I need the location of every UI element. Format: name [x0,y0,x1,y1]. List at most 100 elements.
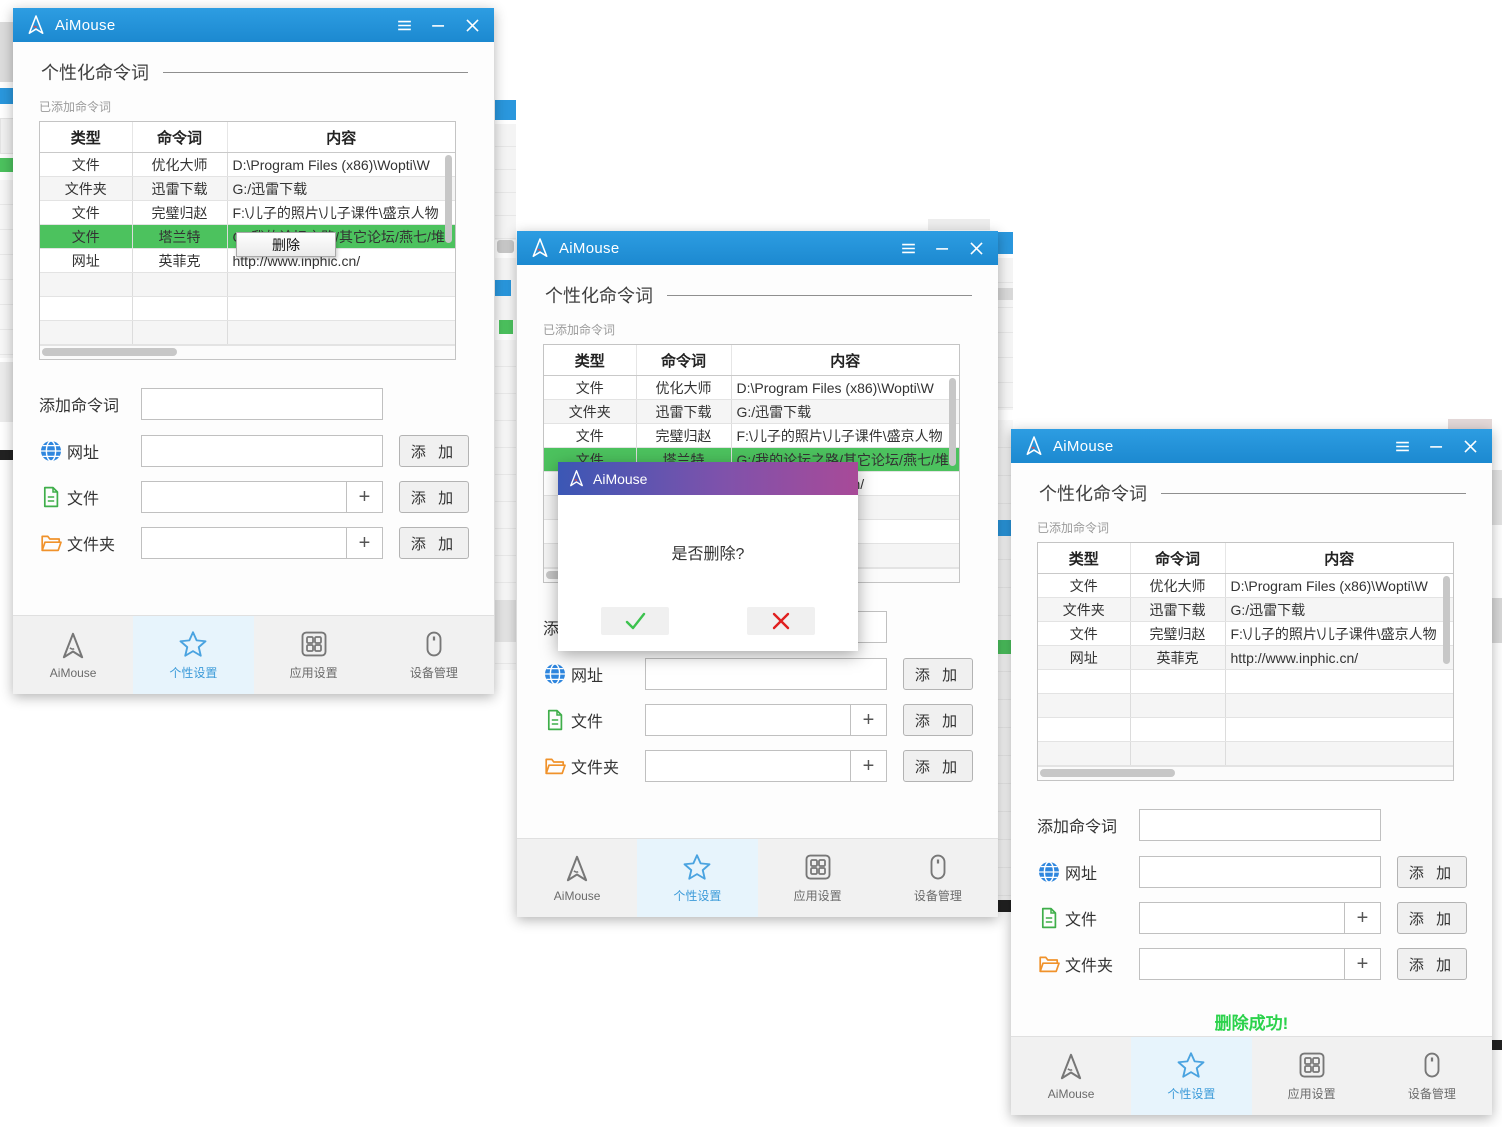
table-row[interactable]: 文件夹迅雷下载G:/迅雷下载 [544,400,959,424]
cancel-button[interactable] [747,607,815,635]
url-input[interactable] [141,435,383,467]
nav-item-app-settings[interactable]: 应用设置 [1252,1037,1372,1115]
nav-item-app-settings[interactable]: 应用设置 [254,616,374,694]
nav-label: AiMouse [1048,1087,1095,1101]
table-cell [132,297,227,321]
menu-icon[interactable] [1393,437,1412,456]
folder-input[interactable] [645,750,851,782]
divider [667,295,972,296]
add-folder-button[interactable]: 添 加 [1397,948,1467,980]
aimouse-window-1: AiMouse 个性化命令词 已添加命令词 类型 命令词 内容 文件优化大师D:… [13,8,494,694]
vertical-scrollbar[interactable] [445,155,452,243]
url-input[interactable] [1139,856,1381,888]
browse-file-button[interactable]: + [1344,902,1381,934]
browse-file-button[interactable]: + [850,704,887,736]
add-command-label: 添加命令词 [39,392,141,416]
table-cell [1225,694,1453,718]
nav-item-device-management[interactable]: 设备管理 [1372,1037,1492,1115]
nav-label: 个性设置 [1167,1085,1215,1102]
table-row[interactable] [1038,694,1453,718]
add-command-input[interactable] [1139,809,1381,841]
add-url-button[interactable]: 添 加 [1397,856,1467,888]
table-row[interactable] [40,297,455,321]
window-title: AiMouse [559,240,619,257]
column-header-command: 命令词 [132,122,227,153]
table-cell: 完璧归赵 [636,424,731,448]
nav-item-device-management[interactable]: 设备管理 [374,616,494,694]
nav-item-personal-settings[interactable]: 个性设置 [133,616,253,694]
minimize-icon[interactable] [933,239,952,258]
table-row[interactable]: 文件夹迅雷下载G:/迅雷下载 [40,177,455,201]
nav-item-app-settings[interactable]: 应用设置 [758,839,878,917]
globe-icon [39,439,63,463]
aimouse-logo-icon [25,14,47,36]
close-icon[interactable] [1461,437,1480,456]
browse-folder-button[interactable]: + [1344,948,1381,980]
add-folder-button[interactable]: 添 加 [903,750,973,782]
nav-item-aimouse[interactable]: AiMouse [1011,1037,1131,1115]
nav-item-aimouse[interactable]: AiMouse [517,839,637,917]
add-url-button[interactable]: 添 加 [399,435,469,467]
table-row[interactable]: 文件完璧归赵F:\儿子的照片\儿子课件\盛京人物 [544,424,959,448]
table-row[interactable] [40,273,455,297]
add-file-button[interactable]: 添 加 [399,481,469,513]
globe-icon [1037,860,1061,884]
background-window-fragment [996,520,1012,536]
vertical-scrollbar[interactable] [949,378,956,466]
url-input[interactable] [645,658,887,690]
table-row[interactable] [1038,742,1453,766]
delete-context-menu-item[interactable]: 删除 [236,232,336,257]
title-bar[interactable]: AiMouse [517,231,998,265]
table-row[interactable] [40,321,455,345]
file-icon [1037,906,1061,930]
table-row[interactable]: 文件优化大师D:\Program Files (x86)\Wopti\W [544,376,959,400]
background-window-fragment [0,158,13,172]
horizontal-scrollbar[interactable] [42,348,177,356]
browse-folder-button[interactable]: + [346,527,383,559]
add-file-button[interactable]: 添 加 [903,704,973,736]
column-header-command: 命令词 [1130,543,1225,574]
add-file-button[interactable]: 添 加 [1397,902,1467,934]
file-input[interactable] [645,704,851,736]
add-command-input[interactable] [141,388,383,420]
nav-item-device-management[interactable]: 设备管理 [878,839,998,917]
table-row[interactable] [1038,718,1453,742]
browse-file-button[interactable]: + [346,481,383,513]
table-row[interactable]: 文件完璧归赵F:\儿子的照片\儿子课件\盛京人物 [40,201,455,225]
close-icon[interactable] [463,16,482,35]
background-window-fragment [495,280,511,296]
file-label: 文件 [571,708,645,732]
table-cell: F:\儿子的照片\儿子课件\盛京人物 [731,424,959,448]
add-folder-button[interactable]: 添 加 [399,527,469,559]
file-input[interactable] [141,481,347,513]
folder-input[interactable] [1139,948,1345,980]
table-row[interactable] [1038,670,1453,694]
nav-label: 设备管理 [914,887,962,904]
nav-item-aimouse[interactable]: AiMouse [13,616,133,694]
title-bar[interactable]: AiMouse [1011,429,1492,463]
background-window-fragment [998,640,1012,654]
menu-icon[interactable] [899,239,918,258]
menu-icon[interactable] [395,16,414,35]
title-bar[interactable]: AiMouse [13,8,494,42]
minimize-icon[interactable] [429,16,448,35]
table-row[interactable]: 网址英菲克http://www.inphic.cn/ [1038,646,1453,670]
browse-folder-button[interactable]: + [850,750,887,782]
table-row[interactable]: 文件夹迅雷下载G:/迅雷下载 [1038,598,1453,622]
horizontal-scrollbar[interactable] [1040,769,1175,777]
table-row[interactable]: 文件优化大师D:\Program Files (x86)\Wopti\W [40,153,455,177]
horizontal-scrollbar-track [40,345,455,359]
add-url-button[interactable]: 添 加 [903,658,973,690]
confirm-button[interactable] [601,607,669,635]
file-input[interactable] [1139,902,1345,934]
table-cell: 完璧归赵 [132,201,227,225]
vertical-scrollbar[interactable] [1443,576,1450,664]
nav-item-personal-settings[interactable]: 个性设置 [637,839,757,917]
table-cell: http://www.inphic.cn/ [1225,646,1453,670]
table-row[interactable]: 文件优化大师D:\Program Files (x86)\Wopti\W [1038,574,1453,598]
folder-input[interactable] [141,527,347,559]
minimize-icon[interactable] [1427,437,1446,456]
nav-item-personal-settings[interactable]: 个性设置 [1131,1037,1251,1115]
close-icon[interactable] [967,239,986,258]
table-row[interactable]: 文件完璧归赵F:\儿子的照片\儿子课件\盛京人物 [1038,622,1453,646]
